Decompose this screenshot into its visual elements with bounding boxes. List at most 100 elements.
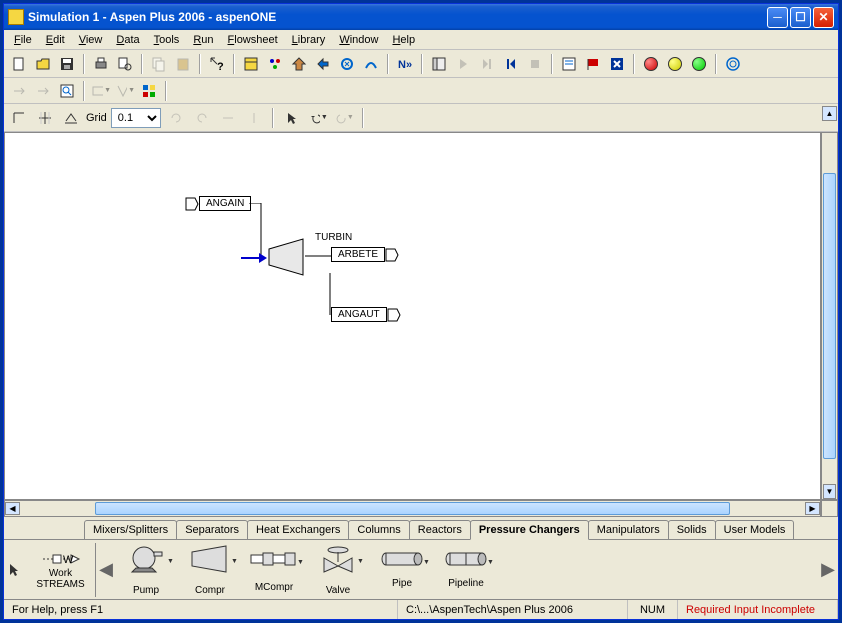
paste-icon[interactable] <box>172 53 194 75</box>
copy-icon[interactable] <box>148 53 170 75</box>
tool3-icon[interactable] <box>288 53 310 75</box>
tool4-icon[interactable] <box>312 53 334 75</box>
palette-compr[interactable]: ▼ Compr <box>180 543 240 597</box>
results-icon[interactable] <box>558 53 580 75</box>
tab-separators[interactable]: Separators <box>176 520 248 539</box>
print-icon[interactable] <box>90 53 112 75</box>
play-icon[interactable] <box>452 53 474 75</box>
redo-icon[interactable]: ▼ <box>333 107 355 129</box>
palette-pump[interactable]: ▼ Pump <box>116 543 176 597</box>
tab-manipulators[interactable]: Manipulators <box>588 520 669 539</box>
menu-view[interactable]: View <box>73 32 109 48</box>
hscroll-right[interactable]: ▶ <box>805 502 820 515</box>
palette-pipe[interactable]: ▼ Pipe <box>372 543 432 597</box>
x-icon[interactable] <box>606 53 628 75</box>
hscroll-left[interactable]: ◀ <box>5 502 20 515</box>
status-green-light[interactable] <box>688 53 710 75</box>
rot4-icon[interactable] <box>243 107 265 129</box>
stop-icon[interactable] <box>524 53 546 75</box>
menu-file[interactable]: File <box>8 32 38 48</box>
svg-text:N»: N» <box>398 59 412 71</box>
save-icon[interactable] <box>56 53 78 75</box>
stream-angaut[interactable]: ANGAUT <box>331 307 387 322</box>
streams-button[interactable]: W Work STREAMS <box>26 543 96 597</box>
titlebar[interactable]: Simulation 1 - Aspen Plus 2006 - aspenON… <box>4 4 838 30</box>
close-button[interactable]: ✕ <box>813 7 834 28</box>
grid-value-select[interactable]: 0.1 <box>111 108 161 128</box>
canvas-area: ANGAIN TURBIN ARBETE ANGAUT ▼ <box>4 132 838 500</box>
back-icon[interactable] <box>500 53 522 75</box>
tab-reactors[interactable]: Reactors <box>409 520 471 539</box>
valve-icon <box>318 544 358 574</box>
tab-columns[interactable]: Columns <box>348 520 409 539</box>
status-red-light[interactable] <box>640 53 662 75</box>
find-icon[interactable] <box>56 80 78 102</box>
status-path: C:\...\AspenTech\Aspen Plus 2006 <box>398 600 628 619</box>
horizontal-scrollbar[interactable]: ◀ ▶ <box>4 500 821 517</box>
open-icon[interactable] <box>32 53 54 75</box>
tool2-icon[interactable] <box>264 53 286 75</box>
svg-text:?: ? <box>217 61 224 72</box>
canvas-scroll-up[interactable]: ▲ <box>822 106 837 121</box>
flowsheet-canvas[interactable]: ANGAIN TURBIN ARBETE ANGAUT <box>4 132 821 500</box>
flag-icon[interactable] <box>582 53 604 75</box>
vscroll-thumb[interactable] <box>823 173 836 459</box>
new-icon[interactable] <box>8 53 30 75</box>
menu-tools[interactable]: Tools <box>148 32 186 48</box>
rot3-icon[interactable] <box>217 107 239 129</box>
work-stream-arbete[interactable]: ARBETE <box>331 247 385 262</box>
menu-edit[interactable]: Edit <box>40 32 71 48</box>
svg-text:W: W <box>63 554 74 566</box>
rot1-icon[interactable] <box>165 107 187 129</box>
tab-pressure-changers[interactable]: Pressure Changers <box>470 520 589 540</box>
window-title: Simulation 1 - Aspen Plus 2006 - aspenON… <box>28 10 767 24</box>
menu-library[interactable]: Library <box>286 32 332 48</box>
tool6-icon[interactable] <box>360 53 382 75</box>
tab-heatex[interactable]: Heat Exchangers <box>247 520 349 539</box>
palette-pipeline[interactable]: ▼ Pipeline <box>436 543 496 597</box>
next-icon[interactable]: N» <box>394 53 416 75</box>
undo-icon[interactable]: ▼ <box>307 107 329 129</box>
palette-valve[interactable]: ▼ Valve <box>308 543 368 597</box>
stream-angain[interactable]: ANGAIN <box>199 196 251 211</box>
palette-scroll-right[interactable]: ▶ <box>822 545 834 595</box>
main-toolbar: ? N» <box>4 50 838 78</box>
aspen-icon[interactable] <box>722 53 744 75</box>
menu-help[interactable]: Help <box>386 32 421 48</box>
palette-pointer[interactable] <box>8 563 22 577</box>
menu-data[interactable]: Data <box>110 32 145 48</box>
gt1-icon[interactable] <box>8 107 30 129</box>
panel-icon[interactable] <box>428 53 450 75</box>
canvas-scroll-down[interactable]: ▼ <box>823 484 836 499</box>
menu-flowsheet[interactable]: Flowsheet <box>222 32 284 48</box>
menu-run[interactable]: Run <box>187 32 219 48</box>
palette-mcompr[interactable]: ▼ MCompr <box>244 543 304 597</box>
rot2-icon[interactable] <box>191 107 213 129</box>
palette-scroll-left[interactable]: ◀ <box>100 545 112 595</box>
minimize-button[interactable]: ─ <box>767 7 788 28</box>
vertical-scrollbar[interactable]: ▼ <box>821 132 838 500</box>
tool5-icon[interactable] <box>336 53 358 75</box>
st5-icon[interactable]: ▼ <box>114 80 136 102</box>
hscroll-thumb[interactable] <box>95 502 730 515</box>
help-icon[interactable]: ? <box>206 53 228 75</box>
menu-window[interactable]: Window <box>333 32 384 48</box>
st6-icon[interactable] <box>138 80 160 102</box>
st1-icon[interactable] <box>8 80 30 102</box>
gt2-icon[interactable] <box>34 107 56 129</box>
turbine-block[interactable] <box>267 237 307 277</box>
st2-icon[interactable] <box>32 80 54 102</box>
tab-solids[interactable]: Solids <box>668 520 716 539</box>
grid-toolbar: Grid 0.1 ▼ ▼ ▲ <box>4 104 838 132</box>
tab-mixers[interactable]: Mixers/Splitters <box>84 520 177 539</box>
status-yellow-light[interactable] <box>664 53 686 75</box>
print-preview-icon[interactable] <box>114 53 136 75</box>
data-browser-icon[interactable] <box>240 53 262 75</box>
pipeline-label: Pipeline <box>448 578 484 589</box>
gt3-icon[interactable] <box>60 107 82 129</box>
tab-usermodels[interactable]: User Models <box>715 520 795 539</box>
st4-icon[interactable]: ▼ <box>90 80 112 102</box>
maximize-button[interactable]: ☐ <box>790 7 811 28</box>
pointer-icon[interactable] <box>281 107 303 129</box>
step-icon[interactable] <box>476 53 498 75</box>
